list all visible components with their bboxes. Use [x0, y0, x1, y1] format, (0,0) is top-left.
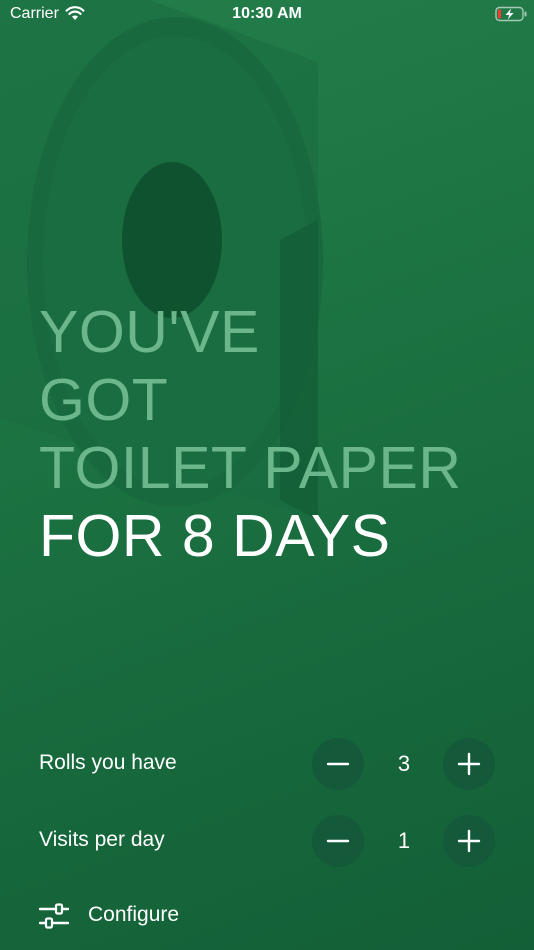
- rolls-row: Rolls you have 3: [39, 738, 495, 790]
- headline-line: GOT: [39, 367, 169, 433]
- headline-line: TOILET PAPER: [39, 435, 462, 501]
- headline-line: YOU'VE: [39, 299, 260, 365]
- visits-row: Visits per day 1: [39, 815, 495, 867]
- rolls-increment-button[interactable]: [443, 738, 495, 790]
- visits-increment-button[interactable]: [443, 815, 495, 867]
- visits-value: 1: [397, 828, 411, 853]
- headline: YOU'VE GOT TOILET PAPER FOR 8 DAYS: [39, 298, 529, 570]
- rolls-label: Rolls you have: [39, 751, 177, 774]
- battery-charging-icon: [495, 6, 527, 22]
- minus-icon: [326, 762, 350, 766]
- visits-label: Visits per day: [39, 828, 165, 851]
- configure-button[interactable]: Configure: [39, 898, 209, 934]
- app-screen: Carrier 10:30 AM YOU'VE GOT TOILET PAPER…: [0, 0, 534, 950]
- rolls-value: 3: [397, 751, 411, 776]
- configure-label: Configure: [88, 903, 180, 926]
- rolls-decrement-button[interactable]: [312, 738, 364, 790]
- plus-icon: [457, 829, 481, 853]
- status-bar: Carrier 10:30 AM: [0, 0, 534, 28]
- visits-decrement-button[interactable]: [312, 815, 364, 867]
- days-result: FOR 8 DAYS: [39, 503, 391, 569]
- sliders-icon: [39, 903, 69, 929]
- minus-icon: [326, 839, 350, 843]
- plus-icon: [457, 752, 481, 776]
- status-time: 10:30 AM: [232, 5, 302, 22]
